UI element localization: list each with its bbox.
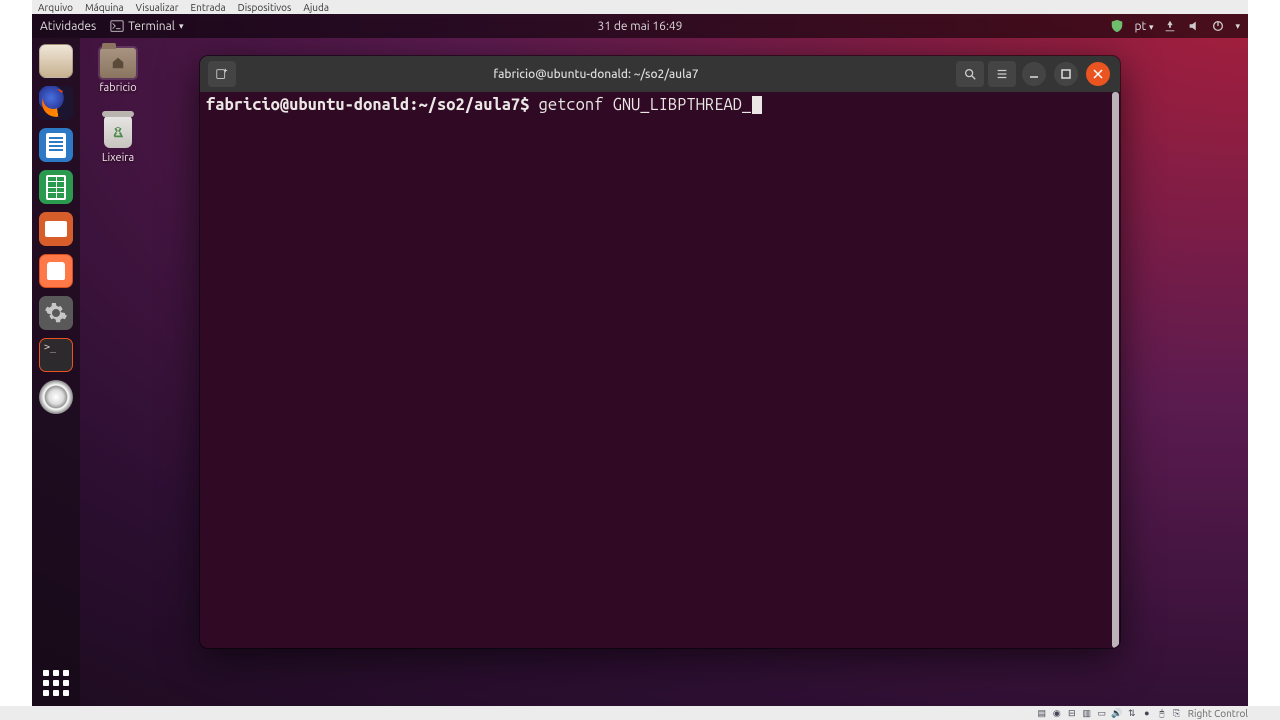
desktop-icons: fabricio Lixeira [90, 48, 146, 164]
home-icon [111, 56, 125, 70]
chevron-down-icon: ▾ [1149, 22, 1154, 32]
terminal-window: fabricio@ubuntu-donald: ~/so2/aula7 fabr… [200, 56, 1120, 648]
activities-button[interactable]: Atividades [40, 20, 96, 33]
host-menu-maquina[interactable]: Máquina [85, 2, 124, 13]
dock-libreoffice-writer[interactable] [39, 128, 73, 162]
vb-network-icon[interactable]: ⇅ [1126, 707, 1138, 719]
vb-shared-folder-icon[interactable]: ▥ [1081, 707, 1093, 719]
current-app-name: Terminal [128, 20, 175, 33]
desktop-trash[interactable]: Lixeira [90, 116, 146, 164]
maximize-button[interactable] [1054, 62, 1078, 86]
dock: >_ [32, 38, 80, 706]
host-menu-dispositivos[interactable]: Dispositivos [238, 2, 292, 13]
desktop-trash-label: Lixeira [90, 152, 146, 164]
guest-desktop: Atividades Terminal ▾ 31 de mai 16:49 pt… [32, 14, 1248, 706]
window-titlebar[interactable]: fabricio@ubuntu-donald: ~/so2/aula7 [200, 56, 1120, 92]
search-icon [963, 67, 977, 81]
vb-hdd-icon[interactable]: ▤ [1036, 707, 1048, 719]
current-app-indicator[interactable]: Terminal ▾ [110, 19, 183, 33]
host-menu-arquivo[interactable]: Arquivo [38, 2, 73, 13]
command-text: getconf GNU_LIBPTHREAD_ [539, 96, 752, 114]
chevron-down-icon: ▾ [179, 21, 184, 32]
desktop-home-label: fabricio [90, 82, 146, 94]
new-tab-icon [215, 67, 229, 81]
vb-audio-icon[interactable]: 🔊 [1111, 707, 1123, 719]
vb-recording-icon[interactable]: ● [1141, 707, 1153, 719]
virtualbox-statusbar: ▤ ◉ ⊟ ▥ ▭ 🔊 ⇅ ● 🖰 ⎘ Right Control [1036, 706, 1248, 720]
dock-show-applications[interactable] [39, 666, 73, 700]
new-tab-button[interactable] [208, 61, 236, 87]
power-icon[interactable] [1211, 19, 1225, 33]
security-shield-icon[interactable] [1110, 19, 1124, 33]
prompt-cwd: ~/so2/aula7 [419, 96, 521, 114]
desktop-home-folder[interactable]: fabricio [90, 48, 146, 94]
window-title: fabricio@ubuntu-donald: ~/so2/aula7 [238, 68, 954, 81]
clock[interactable]: 31 de mai 16:49 [598, 20, 683, 33]
vb-display-icon[interactable]: ▭ [1096, 707, 1108, 719]
dock-libreoffice-calc[interactable] [39, 170, 73, 204]
menu-button[interactable] [988, 61, 1016, 87]
vb-usb-icon[interactable]: ⊟ [1066, 707, 1078, 719]
maximize-icon [1061, 69, 1071, 79]
dock-terminal[interactable]: >_ [39, 338, 73, 372]
dock-files[interactable] [39, 44, 73, 78]
terminal-content[interactable]: fabricio@ubuntu-donald:~/so2/aula7$ getc… [200, 92, 1120, 648]
search-button[interactable] [956, 61, 984, 87]
gear-icon [44, 301, 68, 325]
minimize-button[interactable] [1022, 62, 1046, 86]
keyboard-layout-indicator[interactable]: pt ▾ [1134, 20, 1153, 33]
dock-settings[interactable] [39, 296, 73, 330]
close-button[interactable] [1086, 62, 1110, 86]
network-icon[interactable] [1163, 19, 1177, 33]
hamburger-icon [995, 67, 1009, 81]
host-menu-entrada[interactable]: Entrada [191, 2, 226, 13]
vb-mouse-icon[interactable]: 🖰 [1156, 707, 1168, 719]
terminal-scrollbar[interactable] [1112, 92, 1119, 648]
prompt-user-host: fabricio@ubuntu-donald [206, 96, 409, 114]
gnome-topbar: Atividades Terminal ▾ 31 de mai 16:49 pt… [32, 14, 1248, 38]
vb-clipboard-icon[interactable]: ⎘ [1171, 707, 1183, 719]
vb-optical-icon[interactable]: ◉ [1051, 707, 1063, 719]
close-icon [1093, 69, 1103, 79]
minimize-icon [1029, 69, 1039, 79]
terminal-icon [110, 19, 124, 33]
vb-host-key-label: Right Control [1188, 708, 1248, 719]
chevron-down-icon: ▾ [1235, 21, 1240, 32]
virtualbox-host-menubar: Arquivo Máquina Visualizar Entrada Dispo… [32, 0, 1248, 14]
dock-ubuntu-software[interactable] [39, 254, 73, 288]
dock-disc[interactable] [39, 380, 73, 414]
host-menu-visualizar[interactable]: Visualizar [136, 2, 179, 13]
host-menu-ajuda[interactable]: Ajuda [303, 2, 329, 13]
cursor [752, 96, 762, 114]
dock-libreoffice-impress[interactable] [39, 212, 73, 246]
dock-firefox[interactable] [39, 86, 73, 120]
recycle-icon [111, 125, 125, 139]
volume-icon[interactable] [1187, 19, 1201, 33]
